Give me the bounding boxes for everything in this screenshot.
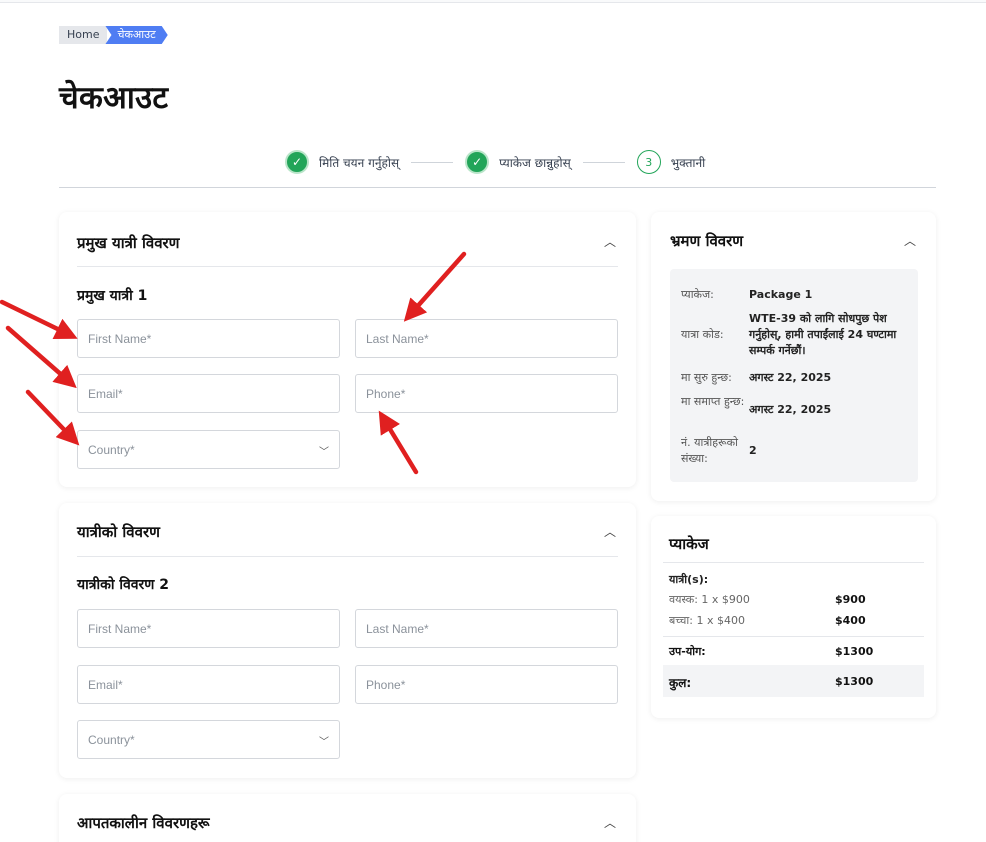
breadcrumb: Home चेकआउट [59, 26, 168, 44]
total-row-bg [663, 665, 924, 697]
step-select-date[interactable]: ✓ मिति चयन गर्नुहोस् [285, 150, 399, 174]
step-select-package[interactable]: ✓ प्याकेज छान्नुहोस् [465, 150, 571, 174]
chevron-down-icon: ﹀ [319, 737, 329, 748]
trip-details-box: प्याकेज: Package 1 यात्रा कोड: WTE-39 को… [670, 269, 918, 482]
email-input[interactable] [88, 677, 339, 692]
package-summary-card: प्याकेज यात्री(s): वयस्क: 1 x $900 $900 … [651, 516, 936, 718]
trip-key: प्याकेज: [681, 288, 714, 301]
step-connector [582, 161, 625, 163]
first-name-input[interactable] [88, 621, 339, 636]
trip-value: Package 1 [749, 288, 813, 301]
trip-key: मा समाप्त हुन्छ: [681, 395, 745, 408]
email-field[interactable] [77, 665, 340, 704]
chevron-up-icon[interactable]: ︿ [603, 235, 617, 249]
step-label: भुक्तानी [670, 155, 706, 170]
total-amount: $1300 [835, 675, 874, 688]
email-input[interactable] [88, 386, 339, 401]
trip-value: अगस्ट 22, 2025 [749, 403, 832, 416]
emergency-details-card: आपतकालीन विवरणहरू ︿ [59, 794, 636, 842]
trip-value: अगस्ट 22, 2025 [749, 371, 832, 384]
card-divider [77, 266, 618, 267]
card-title: प्याकेज [669, 535, 709, 553]
phone-field[interactable] [355, 374, 618, 413]
trip-row: यात्रा कोड: WTE-39 को लागि सोधपुछ पेश गर… [681, 311, 909, 359]
trip-key: मा सुरु हुन्छ: [681, 371, 732, 384]
step-payment: 3 भुक्तानी [636, 150, 706, 174]
last-name-input[interactable] [366, 331, 617, 346]
trip-key: नं. यात्रीहरूको संख्या: [681, 436, 738, 465]
chevron-up-icon[interactable]: ︿ [603, 525, 617, 539]
last-name-field[interactable] [355, 319, 618, 358]
page-title: चेकआउट [59, 80, 169, 116]
checkout-stepper: ✓ मिति चयन गर्नुहोस् ✓ प्याकेज छान्नुहोस… [285, 150, 705, 174]
first-name-input[interactable] [88, 331, 339, 346]
card-title: प्रमुख यात्री विवरण [77, 234, 180, 252]
child-line: बच्चा: 1 x $400 [669, 614, 745, 627]
trip-value: 2 [749, 444, 757, 457]
trip-row: मा समाप्त हुन्छ: अगस्ट 22, 2025 [681, 394, 909, 418]
card-title: यात्रीको विवरण [77, 523, 160, 541]
country-select[interactable]: Country* ﹀ [77, 430, 340, 469]
country-select[interactable]: Country* ﹀ [77, 720, 340, 759]
first-name-field[interactable] [77, 609, 340, 648]
country-select-value: Country* [88, 732, 135, 747]
country-select-value: Country* [88, 442, 135, 457]
chevron-down-icon: ﹀ [319, 447, 329, 458]
chevron-up-icon[interactable]: ︿ [603, 816, 617, 830]
card-divider [663, 636, 924, 637]
child-amount: $400 [835, 614, 866, 627]
card-title: भ्रमण विवरण [670, 232, 744, 250]
check-icon: ✓ [465, 150, 490, 174]
trip-row: नं. यात्रीहरूको संख्या: 2 [681, 435, 909, 467]
last-name-field[interactable] [355, 609, 618, 648]
step-number: 3 [636, 150, 661, 174]
trip-details-card: भ्रमण विवरण ︿ प्याकेज: Package 1 यात्रा … [651, 212, 936, 501]
trip-row: प्याकेज: Package 1 [681, 287, 909, 303]
traveler-subtitle: प्रमुख यात्री 1 [77, 288, 148, 304]
step-label: मिति चयन गर्नुहोस् [319, 155, 400, 170]
traveler-details-card: यात्रीको विवरण ︿ यात्रीको विवरण 2 Countr… [59, 503, 636, 778]
trip-row: मा सुरु हुन्छ: अगस्ट 22, 2025 [681, 370, 909, 386]
first-name-field[interactable] [77, 319, 340, 358]
subtotal-label: उप-योग: [669, 645, 706, 658]
phone-input[interactable] [366, 677, 617, 692]
trip-value: WTE-39 को लागि सोधपुछ पेश गर्नुहोस्, हाम… [749, 312, 897, 357]
chevron-up-icon[interactable]: ︿ [903, 234, 917, 248]
last-name-input[interactable] [366, 621, 617, 636]
total-label: कुल: [669, 676, 692, 690]
trip-key: यात्रा कोड: [681, 328, 724, 341]
card-title: आपतकालीन विवरणहरू [77, 814, 210, 832]
step-connector [411, 161, 454, 163]
traveler-subtitle: यात्रीको विवरण 2 [77, 577, 170, 593]
email-field[interactable] [77, 374, 340, 413]
stepper-divider [59, 187, 936, 188]
lead-traveler-card: प्रमुख यात्री विवरण ︿ प्रमुख यात्री 1 Co… [59, 212, 636, 487]
card-divider [663, 562, 924, 563]
phone-input[interactable] [366, 386, 617, 401]
adult-amount: $900 [835, 593, 866, 606]
card-divider [77, 556, 618, 557]
breadcrumb-current: चेकआउट [105, 26, 167, 44]
travelers-label: यात्री(s): [669, 573, 709, 586]
subtotal-amount: $1300 [835, 645, 874, 658]
breadcrumb-home-link[interactable]: Home [59, 26, 108, 44]
phone-field[interactable] [355, 665, 618, 704]
check-icon: ✓ [285, 150, 309, 174]
step-label: प्याकेज छान्नुहोस् [499, 155, 571, 170]
adult-line: वयस्क: 1 x $900 [669, 593, 750, 606]
